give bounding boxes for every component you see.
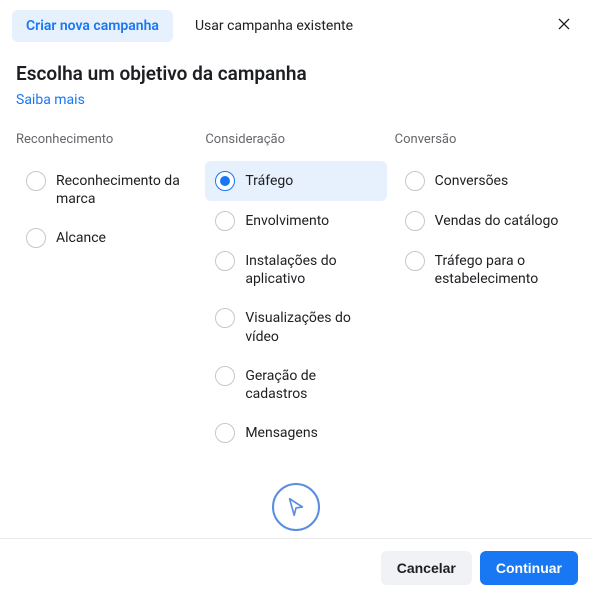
radio-icon: [215, 423, 235, 443]
option-label: Reconhecimento da marca: [56, 171, 187, 208]
radio-icon: [215, 308, 235, 328]
column-consideration: Consideração Tráfego Envolvimento Instal…: [205, 132, 386, 453]
option-label: Alcance: [56, 228, 106, 247]
close-icon: [556, 16, 572, 36]
option-traffic[interactable]: Tráfego: [205, 161, 386, 201]
option-label: Mensagens: [245, 423, 317, 442]
option-store-traffic[interactable]: Tráfego para o estabelecimento: [395, 241, 576, 298]
option-label: Envolvimento: [245, 211, 329, 230]
continue-button[interactable]: Continuar: [480, 551, 578, 585]
option-app-installs[interactable]: Instalações do aplicativo: [205, 241, 386, 298]
cursor-arrow-icon: [272, 483, 320, 531]
option-catalog-sales[interactable]: Vendas do catálogo: [395, 201, 576, 241]
option-brand-awareness[interactable]: Reconhecimento da marca: [16, 161, 197, 218]
learn-more-link[interactable]: Saiba mais: [16, 92, 85, 108]
dialog-content: Escolha um objetivo da campanha Saiba ma…: [0, 42, 592, 538]
objective-columns: Reconhecimento Reconhecimento da marca A…: [16, 132, 576, 453]
tab-create-new[interactable]: Criar nova campanha: [12, 10, 173, 42]
radio-icon: [405, 171, 425, 191]
radio-icon: [215, 251, 235, 271]
radio-icon: [215, 366, 235, 386]
option-label: Vendas do catálogo: [435, 211, 559, 230]
option-label: Visualizações do vídeo: [245, 308, 376, 345]
option-label: Conversões: [435, 171, 509, 190]
selected-objective-hero: Tráfego: [16, 483, 576, 538]
radio-icon: [405, 211, 425, 231]
tab-use-existing[interactable]: Usar campanha existente: [181, 10, 367, 42]
dialog-footer: Cancelar Continuar: [0, 538, 592, 597]
column-header-awareness: Reconhecimento: [16, 132, 197, 147]
option-video-views[interactable]: Visualizações do vídeo: [205, 298, 386, 355]
option-label: Instalações do aplicativo: [245, 251, 376, 288]
option-lead-gen[interactable]: Geração de cadastros: [205, 356, 386, 413]
option-label: Tráfego: [245, 171, 293, 190]
radio-icon: [26, 228, 46, 248]
column-awareness: Reconhecimento Reconhecimento da marca A…: [16, 132, 197, 453]
radio-icon: [405, 251, 425, 271]
option-conversions[interactable]: Conversões: [395, 161, 576, 201]
option-label: Geração de cadastros: [245, 366, 376, 403]
radio-icon: [215, 171, 235, 191]
campaign-objective-dialog: Criar nova campanha Usar campanha existe…: [0, 0, 592, 597]
dialog-header: Criar nova campanha Usar campanha existe…: [0, 0, 592, 42]
column-header-consideration: Consideração: [205, 132, 386, 147]
column-header-conversion: Conversão: [395, 132, 576, 147]
option-messages[interactable]: Mensagens: [205, 413, 386, 453]
close-button[interactable]: [548, 10, 580, 42]
radio-icon: [215, 211, 235, 231]
option-label: Tráfego para o estabelecimento: [435, 251, 566, 288]
option-engagement[interactable]: Envolvimento: [205, 201, 386, 241]
radio-icon: [26, 171, 46, 191]
column-conversion: Conversão Conversões Vendas do catálogo …: [395, 132, 576, 453]
option-reach[interactable]: Alcance: [16, 218, 197, 258]
cancel-button[interactable]: Cancelar: [381, 551, 472, 585]
page-title: Escolha um objetivo da campanha: [16, 62, 576, 85]
